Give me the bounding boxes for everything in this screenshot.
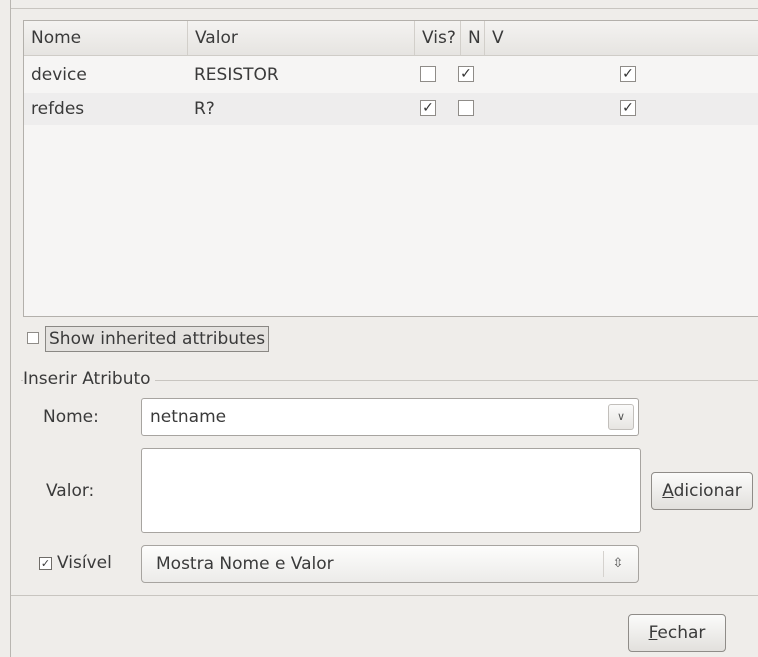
show-inherited-checkbox[interactable] bbox=[27, 332, 39, 344]
visible-checkbox[interactable] bbox=[420, 66, 436, 82]
column-header-value[interactable]: Valor bbox=[187, 21, 414, 55]
show-name-checkbox[interactable]: ✓ bbox=[458, 66, 474, 82]
attribute-name-cell: refdes bbox=[31, 99, 85, 119]
attribute-editor-window: Nome Valor Vis? N V device RESISTOR ✓ ✓ … bbox=[10, 0, 758, 657]
show-value-checkbox[interactable]: ✓ bbox=[620, 100, 636, 116]
attribute-name-combo[interactable]: netname ∨ bbox=[141, 398, 639, 436]
attribute-value-cell: R? bbox=[194, 99, 215, 119]
visible-checkbox-icon[interactable]: ✓ bbox=[39, 557, 52, 570]
name-label: Nome: bbox=[43, 407, 99, 427]
table-header: Nome Valor Vis? N V bbox=[24, 21, 758, 56]
value-label: Valor: bbox=[46, 481, 95, 501]
chevron-down-icon[interactable]: ∨ bbox=[608, 404, 634, 430]
close-button-label: echar bbox=[657, 623, 706, 643]
attribute-name-cell: device bbox=[31, 65, 87, 85]
column-header-show-value[interactable]: V bbox=[484, 21, 758, 55]
column-header-name[interactable]: Nome bbox=[24, 21, 187, 55]
table-row[interactable]: device RESISTOR ✓ ✓ bbox=[24, 59, 758, 91]
add-button-mnemonic: A bbox=[662, 481, 674, 501]
insert-attribute-group-title: Inserir Atributo bbox=[23, 369, 155, 389]
button-area-separator bbox=[11, 595, 758, 596]
visibility-select-value: Mostra Nome e Valor bbox=[156, 554, 334, 574]
up-down-arrows-icon: ⇳ bbox=[603, 551, 632, 577]
attribute-name-value[interactable]: netname bbox=[150, 399, 226, 435]
attribute-value-cell: RESISTOR bbox=[194, 65, 279, 85]
add-button[interactable]: Adicionar bbox=[651, 472, 753, 510]
show-value-checkbox[interactable]: ✓ bbox=[620, 66, 636, 82]
show-name-checkbox[interactable] bbox=[458, 100, 474, 116]
column-header-show-name[interactable]: N bbox=[460, 21, 484, 55]
visible-checkbox[interactable]: ✓ bbox=[420, 100, 436, 116]
show-inherited-label[interactable]: Show inherited attributes bbox=[45, 326, 270, 352]
top-separator bbox=[11, 8, 758, 9]
column-header-visible[interactable]: Vis? bbox=[414, 21, 460, 55]
visible-label[interactable]: Visível bbox=[57, 553, 112, 573]
add-button-label: dicionar bbox=[673, 481, 742, 501]
attribute-value-textarea[interactable] bbox=[141, 448, 641, 533]
attributes-table[interactable]: Nome Valor Vis? N V device RESISTOR ✓ ✓ … bbox=[23, 20, 758, 317]
table-row[interactable]: refdes R? ✓ ✓ bbox=[24, 93, 758, 125]
visibility-select[interactable]: Mostra Nome e Valor ⇳ bbox=[141, 545, 639, 583]
close-button[interactable]: Fechar bbox=[628, 614, 726, 652]
